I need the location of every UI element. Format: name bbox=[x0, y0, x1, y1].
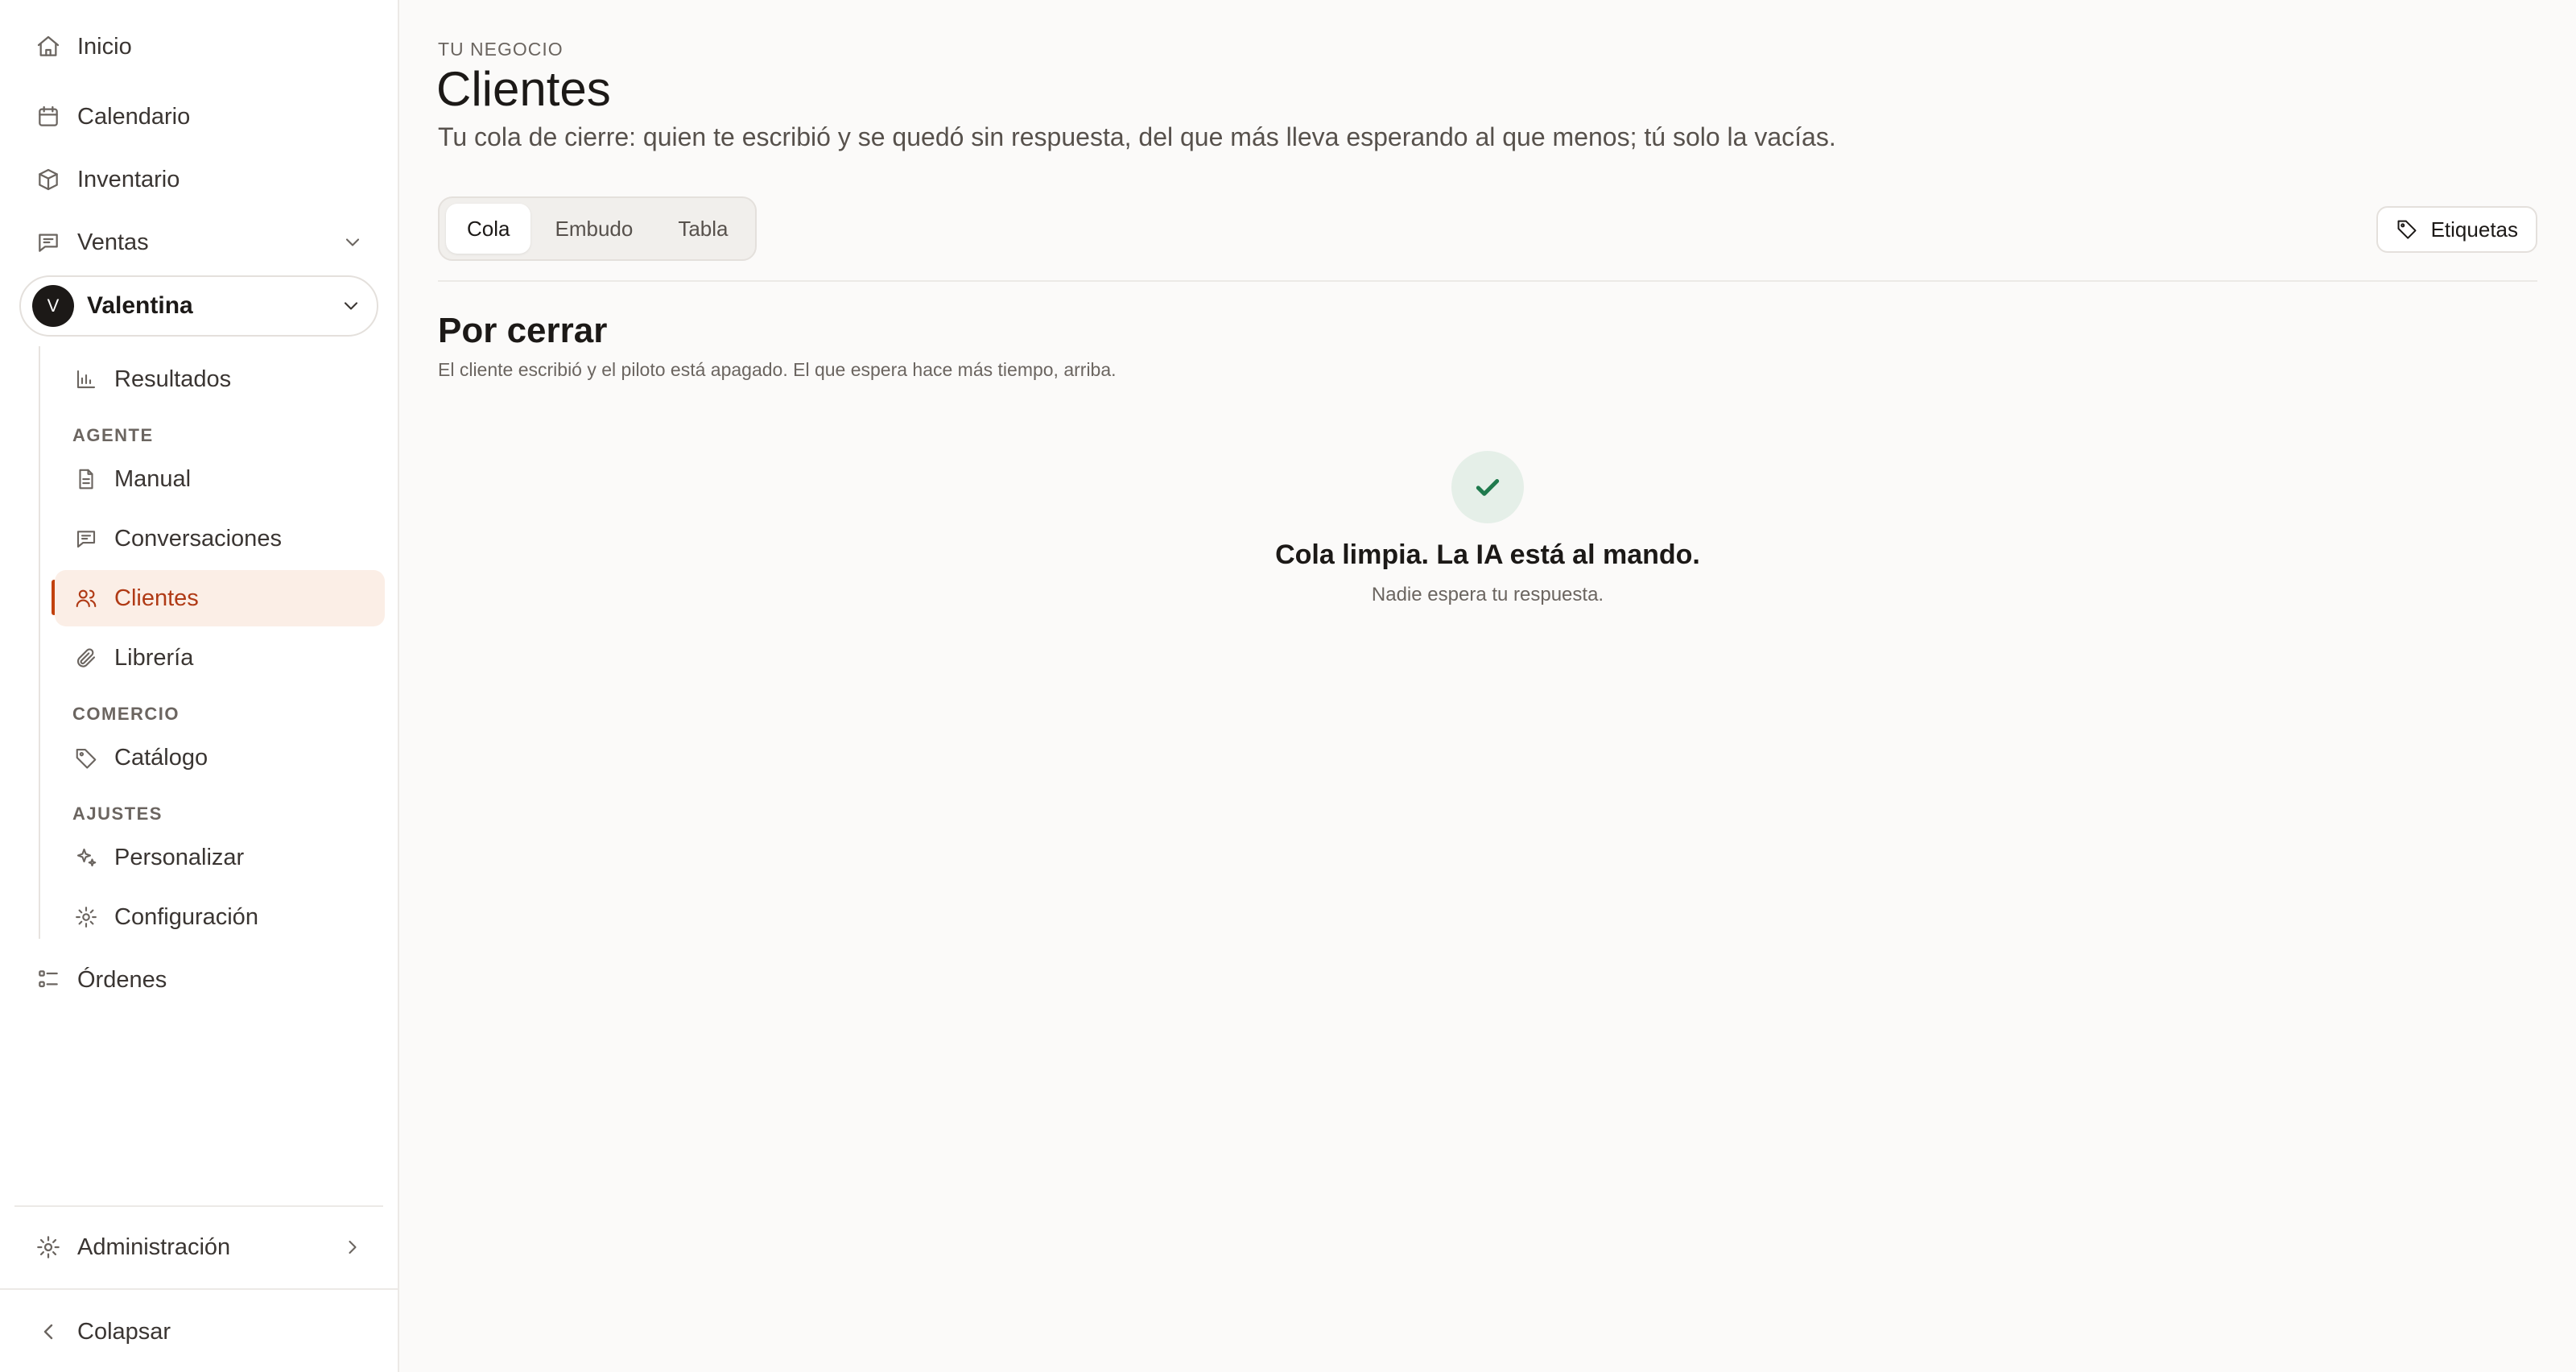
calendar-icon bbox=[34, 102, 63, 131]
tab-tabla[interactable]: Tabla bbox=[657, 204, 749, 254]
nav-item-label: Inventario bbox=[77, 166, 180, 192]
sidebar-item-catalogo[interactable]: Catálogo bbox=[55, 729, 385, 786]
box-icon bbox=[34, 165, 63, 194]
sidebar-item-label: Conversaciones bbox=[114, 525, 282, 552]
sidebar-item-configuracion[interactable]: Configuración bbox=[55, 889, 385, 945]
collapse-label: Colapsar bbox=[77, 1318, 171, 1345]
chevron-right-icon bbox=[341, 1236, 364, 1258]
workspace-name: Valentina bbox=[87, 292, 193, 319]
nav-item-administracion[interactable]: Administración bbox=[19, 1218, 378, 1276]
sidebar-divider bbox=[0, 1288, 398, 1290]
page-subtitle: Tu cola de cierre: quien te escribió y s… bbox=[438, 122, 1836, 151]
view-tabs: Cola Embudo Tabla bbox=[438, 196, 758, 261]
sidebar-item-label: Personalizar bbox=[114, 844, 245, 870]
page-title: Clientes bbox=[436, 62, 611, 116]
sidebar-item-label: Resultados bbox=[114, 366, 232, 392]
sidebar-item-resultados[interactable]: Resultados bbox=[55, 351, 385, 407]
section-title: Por cerrar bbox=[438, 311, 608, 350]
empty-state: Cola limpia. La IA está al mando. Nadie … bbox=[399, 451, 2576, 606]
section-label-agente: AGENTE bbox=[72, 425, 154, 445]
chevron-down-icon bbox=[340, 295, 362, 317]
section-label-ajustes: AJUSTES bbox=[72, 804, 163, 824]
nav-item-ventas[interactable]: Ventas bbox=[19, 213, 378, 271]
section-description: El cliente escribió y el piloto está apa… bbox=[438, 359, 1117, 380]
sidebar-item-clientes[interactable]: Clientes bbox=[55, 570, 385, 626]
avatar: V bbox=[32, 285, 74, 327]
sidebar-item-label: Configuración bbox=[114, 903, 258, 930]
subtree-line bbox=[39, 346, 40, 939]
nav-item-inventario[interactable]: Inventario bbox=[19, 151, 378, 209]
tags-button[interactable]: Etiquetas bbox=[2376, 206, 2537, 253]
tags-button-label: Etiquetas bbox=[2430, 217, 2518, 242]
tag-icon bbox=[72, 744, 100, 771]
empty-state-subtitle: Nadie espera tu respuesta. bbox=[1371, 584, 1604, 605]
document-icon bbox=[72, 465, 100, 493]
check-icon bbox=[1451, 451, 1524, 523]
sidebar-item-label: Librería bbox=[114, 644, 194, 671]
page-eyebrow: TU NEGOCIO bbox=[438, 39, 564, 60]
paperclip-icon bbox=[72, 644, 100, 672]
users-icon bbox=[72, 585, 100, 612]
sidebar: Inicio Calendario Inventario Ventas V Va… bbox=[0, 0, 399, 1372]
sidebar-item-libreria[interactable]: Librería bbox=[55, 630, 385, 686]
sidebar-item-label: Manual bbox=[114, 465, 192, 492]
nav-item-label: Órdenes bbox=[77, 966, 167, 993]
nav-item-calendario[interactable]: Calendario bbox=[19, 88, 378, 146]
section-label-comercio: COMERCIO bbox=[72, 704, 180, 724]
nav-item-label: Administración bbox=[77, 1234, 231, 1260]
chevron-left-icon bbox=[34, 1317, 63, 1346]
workspace-selector[interactable]: V Valentina bbox=[19, 275, 378, 337]
nav-item-label: Calendario bbox=[77, 103, 191, 130]
chevron-down-icon bbox=[341, 231, 364, 254]
collapse-button[interactable]: Colapsar bbox=[19, 1303, 378, 1361]
sidebar-divider bbox=[14, 1205, 383, 1207]
gear-icon bbox=[72, 903, 100, 931]
list-icon bbox=[34, 965, 63, 994]
gear-icon bbox=[34, 1233, 63, 1262]
bar-chart-icon bbox=[72, 366, 100, 393]
tab-embudo[interactable]: Embudo bbox=[534, 204, 654, 254]
home-icon bbox=[34, 32, 63, 61]
sidebar-item-personalizar[interactable]: Personalizar bbox=[55, 829, 385, 886]
nav-item-label: Inicio bbox=[77, 33, 132, 60]
tag-icon bbox=[2396, 217, 2420, 242]
nav-item-inicio[interactable]: Inicio bbox=[19, 18, 378, 76]
message-icon bbox=[34, 228, 63, 257]
nav-item-label: Ventas bbox=[77, 229, 149, 255]
nav-item-ordenes[interactable]: Órdenes bbox=[19, 951, 378, 1009]
sidebar-item-conversaciones[interactable]: Conversaciones bbox=[55, 510, 385, 567]
tab-cola[interactable]: Cola bbox=[446, 204, 531, 254]
main-content: TU NEGOCIO Clientes Tu cola de cierre: q… bbox=[399, 0, 2576, 1372]
sidebar-item-label: Clientes bbox=[114, 585, 199, 611]
header-divider bbox=[438, 280, 2537, 282]
chat-icon bbox=[72, 525, 100, 552]
sparkles-icon bbox=[72, 844, 100, 871]
sidebar-item-label: Catálogo bbox=[114, 744, 208, 771]
sidebar-item-manual[interactable]: Manual bbox=[55, 451, 385, 507]
empty-state-title: Cola limpia. La IA está al mando. bbox=[1275, 539, 1700, 570]
app: Inicio Calendario Inventario Ventas V Va… bbox=[0, 0, 2576, 1372]
